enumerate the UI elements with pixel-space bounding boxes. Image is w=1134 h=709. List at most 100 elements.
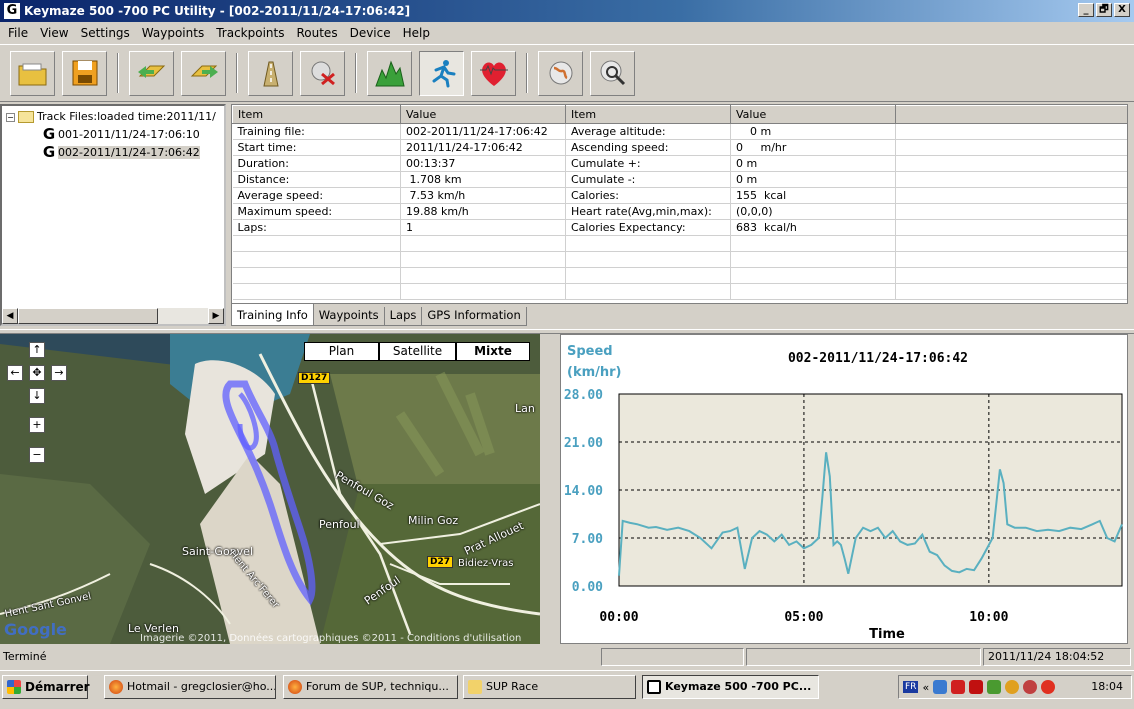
grid-row[interactable] xyxy=(232,267,1127,284)
pan-left-icon[interactable]: ← xyxy=(7,365,23,381)
task-hotmail[interactable]: Hotmail - gregclosier@ho... xyxy=(104,675,276,699)
place-label: Saint-Gonvel xyxy=(182,545,253,558)
grid-cell-empty xyxy=(895,235,1127,252)
track-file-icon: G xyxy=(42,125,56,143)
map-copyright[interactable]: Imagerie ©2011, Données cartographiques … xyxy=(140,633,521,644)
tray-app-icon[interactable] xyxy=(1041,680,1056,694)
tab-gps-information[interactable]: GPS Information xyxy=(421,307,527,326)
restore-button[interactable]: 🗗 xyxy=(1096,3,1112,17)
tab-waypoints[interactable]: Waypoints xyxy=(312,307,385,326)
wireless-icon[interactable] xyxy=(987,680,1002,694)
folder-icon xyxy=(18,111,34,123)
map-type-plan[interactable]: Plan xyxy=(304,342,379,361)
tab-training-info[interactable]: Training Info xyxy=(231,304,314,326)
antivirus-icon[interactable] xyxy=(951,680,966,694)
update-icon[interactable] xyxy=(1005,680,1020,694)
grid-cell-value: 2011/11/24-17:06:42 xyxy=(400,139,566,156)
zoom-in-icon[interactable]: + xyxy=(29,417,45,433)
globe-search-icon xyxy=(600,60,625,86)
title-bar[interactable]: G Keymaze 500 -700 PC Utility - [002-201… xyxy=(0,0,1134,22)
menu-trackpoints[interactable]: Trackpoints xyxy=(210,26,290,40)
network-icon[interactable] xyxy=(933,680,948,694)
grid-cell-item xyxy=(565,283,731,300)
tree-root[interactable]: − Track Files:loaded time:2011/11/ xyxy=(6,110,216,123)
grid-cell-item xyxy=(565,267,731,284)
tree-item-track-1[interactable]: G 001-2011/11/24-17:06:10 xyxy=(40,127,200,143)
grid-row[interactable]: Training file: 002-2011/11/24-17:06:42 Ave… xyxy=(232,123,1127,140)
tree-item-track-2[interactable]: G 002-2011/11/24-17:06:42 xyxy=(40,145,200,161)
globe-button[interactable] xyxy=(538,50,583,96)
grid-row[interactable]: Start time: 2011/11/24-17:06:42 Ascending … xyxy=(232,139,1127,156)
erase-button[interactable] xyxy=(300,50,345,96)
tree-horizontal-scrollbar[interactable]: ◀ ▶ xyxy=(2,308,224,324)
menu-settings[interactable]: Settings xyxy=(75,26,136,40)
road-button[interactable] xyxy=(248,50,293,96)
grid-row[interactable] xyxy=(232,251,1127,268)
globe-search-button[interactable] xyxy=(590,50,635,96)
pan-right-icon[interactable]: → xyxy=(51,365,67,381)
grid-row[interactable]: Average speed: 7.53 km/h Calories: 155 kca… xyxy=(232,187,1127,204)
google-logo[interactable]: Google xyxy=(4,620,67,639)
tab-laps[interactable]: Laps xyxy=(383,307,423,326)
x-axis-label: Time xyxy=(869,627,905,642)
grid-cell-empty xyxy=(895,251,1127,268)
collapse-icon[interactable]: − xyxy=(6,112,15,122)
grid-row[interactable]: Duration: 00:13:37 Cumulate +: 0 m xyxy=(232,155,1127,172)
task-forum[interactable]: Forum de SUP, techniqu... xyxy=(283,675,458,699)
map-type-satellite[interactable]: Satellite xyxy=(379,342,456,361)
task-sup-race[interactable]: SUP Race xyxy=(463,675,636,699)
column-header-value[interactable]: Value xyxy=(730,105,896,124)
grid-row[interactable]: Maximum speed: 19.88 km/h Heart rate(Avg,m… xyxy=(232,203,1127,220)
y-tick-label: 7.00 xyxy=(572,532,603,547)
grid-cell-value: 1 xyxy=(400,219,566,236)
scroll-thumb[interactable] xyxy=(18,308,158,324)
start-button[interactable]: Démarrer xyxy=(2,675,90,699)
menu-waypoints[interactable]: Waypoints xyxy=(136,26,210,40)
tray-expand-icon[interactable]: « xyxy=(922,681,929,694)
road-label: D27 xyxy=(427,556,453,568)
altitude-button[interactable] xyxy=(367,50,412,96)
grid-row[interactable] xyxy=(232,235,1127,252)
heart-rate-button[interactable] xyxy=(471,50,516,96)
grid-row[interactable] xyxy=(232,283,1127,300)
upload-button[interactable] xyxy=(129,50,174,96)
scroll-right-arrow-icon[interactable]: ▶ xyxy=(208,308,224,324)
tray-app-icon[interactable] xyxy=(1023,680,1038,694)
pan-up-icon[interactable]: ↑ xyxy=(29,342,45,358)
speed-button[interactable] xyxy=(419,50,464,96)
grid-cell-item: Ascending speed: xyxy=(565,139,731,156)
road-icon xyxy=(262,61,279,87)
pan-down-icon[interactable]: ↓ xyxy=(29,388,45,404)
grid-cell-item xyxy=(232,251,401,268)
task-label: Forum de SUP, techniqu... xyxy=(306,680,449,693)
open-button[interactable] xyxy=(10,50,55,96)
column-header-item[interactable]: Item xyxy=(565,105,731,124)
window-controls: _ 🗗 X xyxy=(1078,3,1130,17)
menu-help[interactable]: Help xyxy=(397,26,436,40)
track-label: 001-2011/11/24-17:06:10 xyxy=(58,128,200,141)
pan-center-icon[interactable]: ✥ xyxy=(29,365,45,381)
grid-cell-item: Average altitude: xyxy=(565,123,731,140)
grid-cell-value: 0 m xyxy=(730,123,896,140)
zoom-out-icon[interactable]: − xyxy=(29,447,45,463)
column-header-item[interactable]: Item xyxy=(232,105,401,124)
minimize-button[interactable]: _ xyxy=(1078,3,1094,17)
grid-cell-empty xyxy=(895,283,1127,300)
download-button[interactable] xyxy=(181,50,226,96)
close-button[interactable]: X xyxy=(1114,3,1130,17)
save-button[interactable] xyxy=(62,50,107,96)
column-header-value[interactable]: Value xyxy=(400,105,566,124)
scroll-left-arrow-icon[interactable]: ◀ xyxy=(2,308,18,324)
speed-chart[interactable]: 28.00 21.00 14.00 7.00 0.00 00:00 05:00 10:00 00… xyxy=(561,335,1127,643)
menu-file[interactable]: File xyxy=(2,26,34,40)
menu-device[interactable]: Device xyxy=(344,26,397,40)
menu-routes[interactable]: Routes xyxy=(290,26,343,40)
grid-row[interactable]: Laps: 1 Calories Expectancy: 683 kcal/h xyxy=(232,219,1127,236)
map-type-mixte[interactable]: Mixte xyxy=(456,342,530,361)
pdf-icon[interactable] xyxy=(969,680,984,694)
language-indicator[interactable]: FR xyxy=(903,681,919,693)
grid-row[interactable]: Distance: 1.708 km Cumulate -: 0 m xyxy=(232,171,1127,188)
satellite-map[interactable]: Plan Satellite Mixte ↑ ← ✥ → ↓ + − D127 … xyxy=(0,334,540,644)
task-keymaze[interactable]: Keymaze 500 -700 PC... xyxy=(642,675,819,699)
menu-view[interactable]: View xyxy=(34,26,74,40)
